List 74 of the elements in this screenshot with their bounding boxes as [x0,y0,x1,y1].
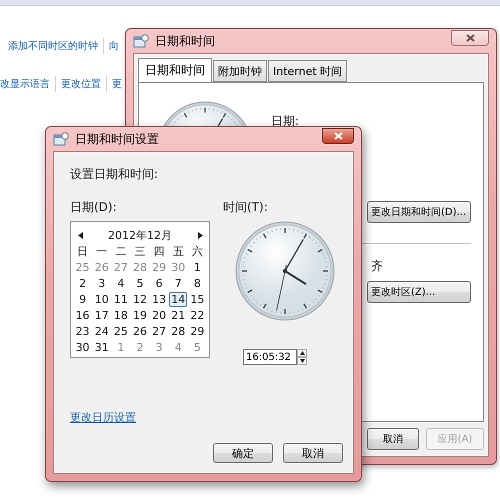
calendar-day[interactable]: 23 [74,324,92,339]
weekday-label: 四 [152,244,166,259]
calendar-day[interactable]: 18 [112,308,130,323]
weekday-label: 三 [133,244,146,259]
heading-text: 设置日期和时间: [70,166,160,183]
calendar-day[interactable]: 15 [188,292,206,307]
down-triangle-icon [300,358,304,364]
calendar-day[interactable]: 24 [92,324,111,339]
close-icon [334,132,342,140]
tab[interactable]: Internet 时间 [268,60,348,82]
calendar-day[interactable]: 10 [92,292,111,307]
spin-down-button[interactable] [297,357,307,365]
calendar-day[interactable]: 11 [112,292,130,307]
calendar-clock-icon [133,34,149,48]
calendar-day[interactable]: 28 [169,324,188,339]
calendar-day[interactable]: 8 [188,276,206,291]
page-link[interactable]: 更改位置 [61,77,101,91]
date-label: 日期(D): [70,199,117,216]
change-date-time-button[interactable]: 更改日期和时间(D)... [367,201,471,223]
calendar-day[interactable]: 3 [92,276,111,291]
calendar-clock-icon [53,132,69,146]
calendar-day[interactable]: 7 [169,276,188,291]
calendar-day[interactable]: 4 [112,276,130,291]
page-link[interactable]: 改显示语言 [0,77,50,91]
time-label: 时间(T): [223,199,268,216]
calendar-day[interactable]: 26 [130,324,149,339]
time-zone-text: 齐 [371,259,383,273]
calendar-day[interactable]: 29 [188,324,206,339]
time-field[interactable]: 16:05:32 [243,349,297,365]
previous-month-button[interactable] [76,230,84,240]
calendar-day[interactable]: 22 [188,308,206,323]
calendar-day[interactable]: 12 [130,292,149,307]
calendar-day[interactable]: 6 [150,276,168,291]
dialog-button[interactable]: 取消 [367,428,419,450]
window-title: 日期和时间设置 [75,130,159,148]
calendar-day[interactable]: 25 [112,324,130,339]
calendar-settings-link[interactable]: 更改日历设置 [70,410,343,425]
calendar-day[interactable]: 20 [150,308,168,323]
dialog-button[interactable]: 确定 [213,443,273,463]
page-link[interactable]: 向 [109,39,119,53]
month-title[interactable]: 2012年12月 [108,228,172,242]
change-time-zone-button[interactable]: 更改时区(Z)... [367,281,471,303]
page-link[interactable]: 添加不同时区的时钟 [8,39,98,53]
tab[interactable]: 日期和时间 [138,58,212,82]
weekday-label: 五 [172,244,185,259]
calendar-day[interactable]: 27 [150,324,168,339]
up-triangle-icon [300,350,304,356]
calendar-day[interactable]: 19 [130,308,149,323]
dialog-button[interactable]: 取消 [283,443,343,463]
calendar-day[interactable]: 13 [150,292,168,307]
tab[interactable]: 附加时钟 [213,60,267,82]
weekday-label: 二 [114,244,128,259]
weekday-label: 日 [76,244,90,259]
window-title: 日期和时间 [155,32,215,50]
calendar-day[interactable]: 9 [74,292,92,307]
calendar-day[interactable]: 2 [74,276,92,291]
calendar-day[interactable]: 14 [169,292,188,307]
next-month-button[interactable] [196,230,204,240]
page-link[interactable]: 更 [112,77,122,91]
calendar-day[interactable]: 16 [74,308,92,323]
calendar-day[interactable]: 31 [92,340,111,355]
calendar-day[interactable]: 5 [130,276,149,291]
weekday-label: 六 [190,244,204,259]
calendar-day[interactable]: 21 [169,308,188,323]
close-icon [466,34,474,42]
calendar-day[interactable]: 1 [188,260,206,275]
calendar-day[interactable]: 17 [92,308,111,323]
left-triangle-icon [78,232,82,238]
date-label: 日期: [271,114,300,128]
calendar-day[interactable]: 30 [74,340,92,355]
close-button[interactable] [451,30,489,46]
weekday-label: 一 [95,244,108,259]
close-button[interactable] [322,128,354,144]
right-triangle-icon [198,232,202,238]
